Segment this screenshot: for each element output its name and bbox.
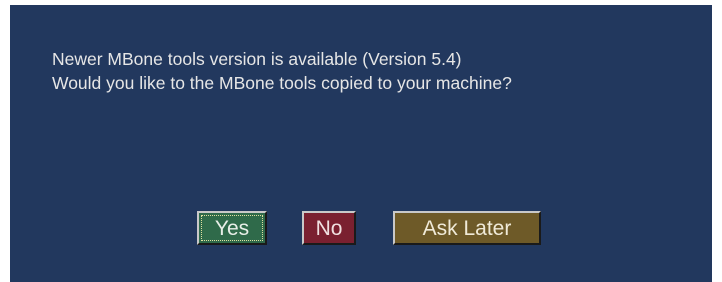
update-dialog: Newer MBone tools version is available (… xyxy=(10,5,712,282)
no-button-label: No xyxy=(315,217,343,240)
ask-later-button-label: Ask Later xyxy=(422,217,512,240)
yes-button-label: Yes xyxy=(214,217,250,240)
yes-button[interactable]: Yes xyxy=(197,211,267,245)
message-line-1: Newer MBone tools version is available (… xyxy=(52,49,462,69)
ask-later-button[interactable]: Ask Later xyxy=(393,211,541,245)
message-line-2: Would you like to the MBone tools copied… xyxy=(52,73,512,93)
no-button[interactable]: No xyxy=(302,211,356,245)
dialog-message: Newer MBone tools version is available (… xyxy=(52,47,512,95)
